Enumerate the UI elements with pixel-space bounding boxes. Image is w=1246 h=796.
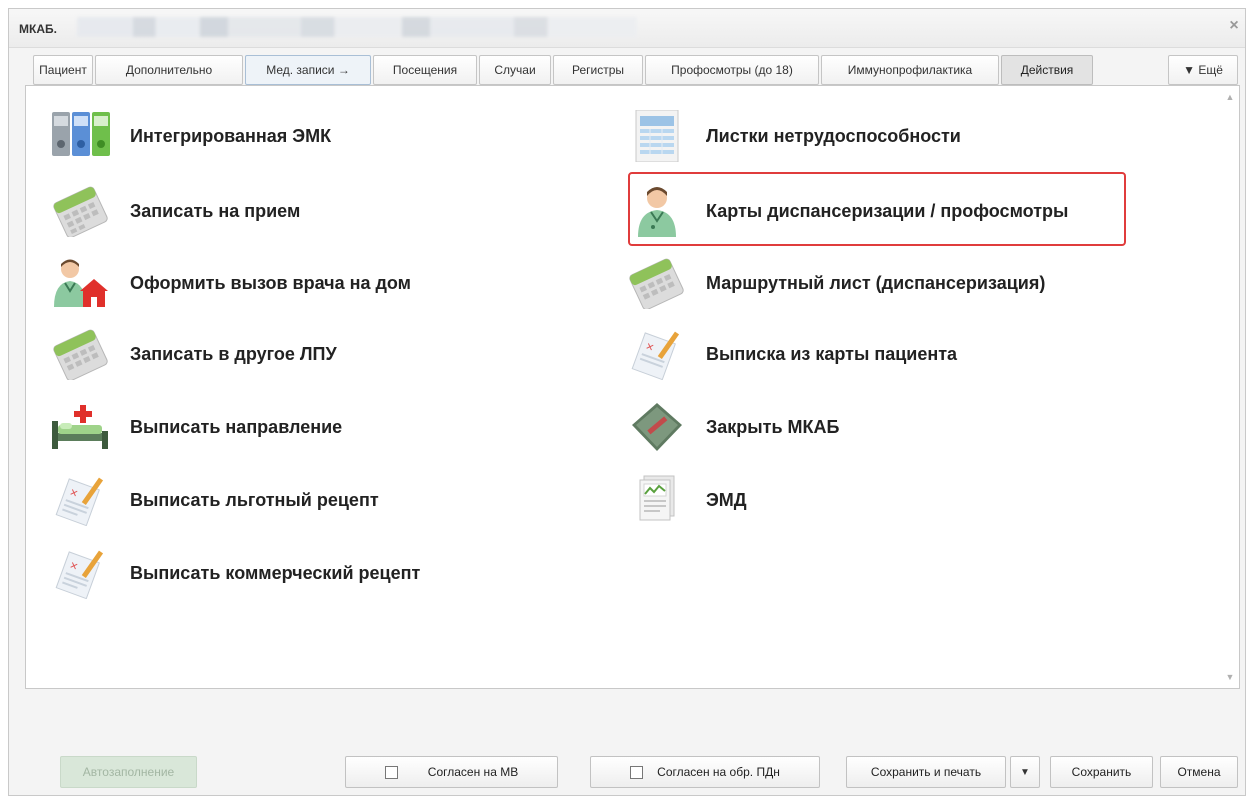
tab-registers[interactable]: Регистры [553,55,643,85]
action-book-appointment[interactable]: Записать на прием [50,183,300,239]
save-button[interactable]: Сохранить [1050,756,1153,788]
action-emd[interactable]: ЭМД [626,472,747,528]
tab-patient[interactable]: Пациент [33,55,93,85]
action-commercial-prescription[interactable]: ✕ Выписать коммерческий рецепт [50,545,420,601]
title-bar: МКАБ. × [9,9,1245,48]
highlight-frame [628,172,1126,246]
save-print-button[interactable]: Сохранить и печать [846,756,1006,788]
tab-visits[interactable]: Посещения [373,55,477,85]
calendar-icon [626,257,692,311]
action-close-mkab[interactable]: Закрыть МКАБ [626,399,839,455]
action-label: Выписка из карты пациента [706,343,958,364]
closed-book-icon [626,401,692,453]
action-benefit-prescription[interactable]: ✕ Выписать льготный рецепт [50,472,379,528]
document-table-icon [626,109,692,163]
consent-mv-checkbox[interactable]: Согласен на МВ [345,756,558,788]
action-route-sheet[interactable]: Маршрутный лист (диспансеризация) [626,255,1045,311]
action-integrated-emk[interactable]: Интегрированная ЭМК [50,108,331,164]
doctor-home-icon [50,257,116,309]
action-patient-extract[interactable]: ✕ Выписка из карты пациента [626,326,957,382]
prescription-icon: ✕ [626,328,692,381]
action-label: Оформить вызов врача на дом [130,272,411,293]
autofill-button[interactable]: Автозаполнение [60,756,197,788]
calendar-icon [50,328,116,382]
action-book-other-clinic[interactable]: Записать в другое ЛПУ [50,326,337,382]
document-chart-icon [626,474,692,526]
action-label: Листки нетрудоспособности [706,125,961,146]
prescription-icon: ✕ [50,547,116,600]
tab-immunization[interactable]: Иммунопрофилактика [821,55,999,85]
cancel-button[interactable]: Отмена [1160,756,1238,788]
consent-mv-label: Согласен на МВ [427,765,519,779]
checkbox-icon[interactable] [630,765,644,779]
action-label: Записать на прием [130,200,301,221]
action-home-visit[interactable]: Оформить вызов врача на дом [50,255,411,311]
chevron-down-icon: ▼ [1020,766,1030,778]
action-label: Интегрированная ЭМК [130,125,332,146]
action-sick-leave[interactable]: Листки нетрудоспособности [626,108,961,164]
scroll-down-icon[interactable]: ▼ [1225,672,1235,682]
hospital-bed-icon [50,401,116,453]
tab-med-records[interactable]: Мед. записи → [245,55,371,85]
close-icon[interactable]: × [1227,18,1241,34]
action-label: ЭМД [706,489,747,510]
consent-pdn-checkbox[interactable]: Согласен на обр. ПДн [590,756,820,788]
action-label: Записать в другое ЛПУ [130,343,337,364]
action-referral[interactable]: Выписать направление [50,399,342,455]
tab-actions[interactable]: Действия [1001,55,1093,85]
more-tabs-button[interactable]: ▼ Ещё [1168,55,1238,85]
action-label: Выписать льготный рецепт [130,489,379,510]
action-label: Выписать коммерческий рецепт [130,562,421,583]
prescription-icon: ✕ [50,474,116,527]
consent-pdn-label: Согласен на обр. ПДн [657,765,780,779]
tab-checkups[interactable]: Профосмотры (до 18) [645,55,819,85]
scroll-up-icon[interactable]: ▲ [1225,92,1235,102]
action-label: Маршрутный лист (диспансеризация) [706,272,1046,293]
save-print-dropdown[interactable]: ▼ [1010,756,1040,788]
tab-cases[interactable]: Случаи [479,55,551,85]
redacted-patient-name [77,17,637,37]
tab-additional[interactable]: Дополнительно [95,55,243,85]
action-label: Закрыть МКАБ [706,416,840,437]
checkbox-icon[interactable] [384,765,398,779]
binders-icon [50,110,116,162]
window-title: МКАБ. [19,22,57,36]
calendar-icon [50,185,116,239]
action-label: Выписать направление [130,416,343,437]
